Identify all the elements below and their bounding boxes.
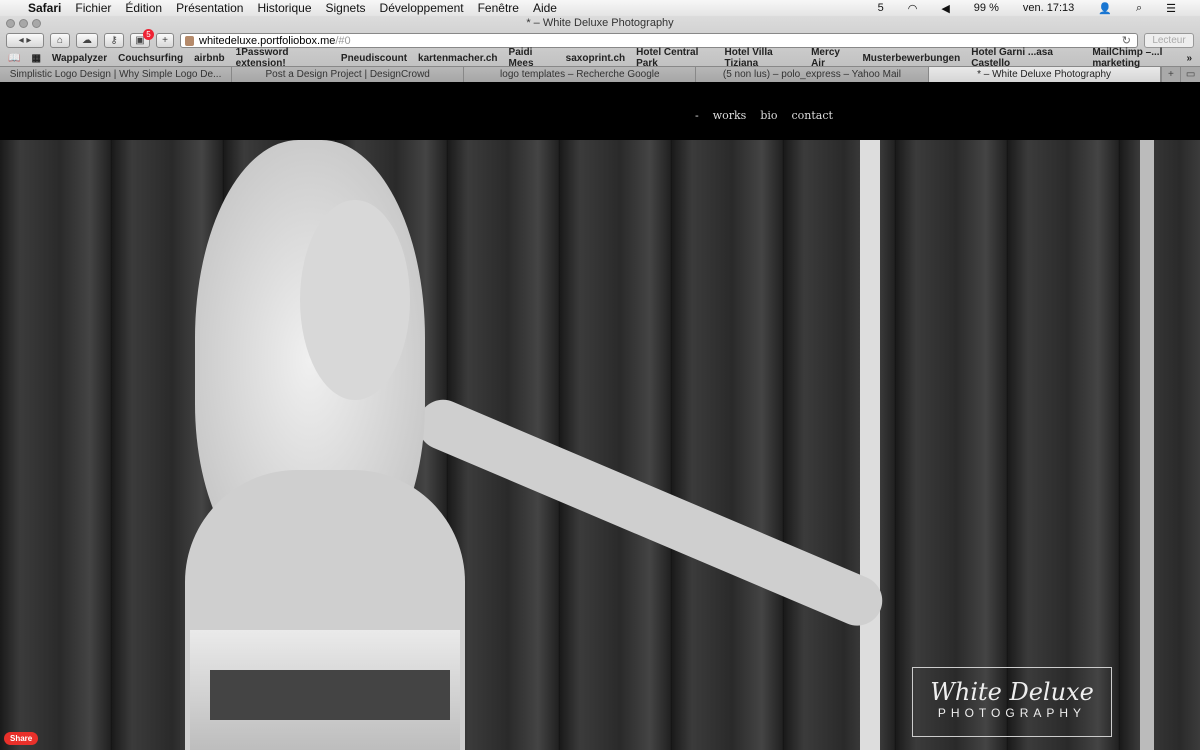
nav-works[interactable]: works [713, 109, 747, 122]
window-title: * – White Deluxe Photography [526, 17, 674, 29]
add-bookmark-button[interactable]: + [156, 33, 174, 48]
back-forward-buttons[interactable]: ◂ ▸ [6, 33, 44, 48]
photo-arm [410, 391, 891, 634]
close-button[interactable] [6, 19, 15, 28]
bookmark[interactable]: saxoprint.ch [566, 53, 625, 64]
watermark-logo: White Deluxe PHOTOGRAPHY [912, 667, 1112, 737]
menu-fichier[interactable]: Fichier [75, 1, 111, 15]
menu-signets[interactable]: Signets [326, 1, 366, 15]
hero-photo: White Deluxe PHOTOGRAPHY [0, 140, 1200, 750]
tab-overview-icon[interactable]: ▭ [1180, 67, 1200, 82]
bookmark[interactable]: Paidi Mees [509, 47, 555, 69]
tab[interactable]: (5 non lus) – polo_express – Yahoo Mail [696, 67, 929, 82]
wifi-icon[interactable]: ◠ [908, 2, 918, 15]
tab[interactable]: Simplistic Logo Design | Why Simple Logo… [0, 67, 233, 82]
tab[interactable]: Post a Design Project | DesignCrowd [232, 67, 465, 82]
url-hash: /#0 [335, 34, 351, 47]
photo-face [300, 200, 410, 400]
extension-badge: 5 [143, 29, 154, 40]
battery-level[interactable]: 99 % [974, 2, 999, 14]
address-bar[interactable]: whitedeluxe.portfoliobox.me/#0 ↻ [180, 33, 1138, 48]
logo-script: White Deluxe [930, 678, 1094, 706]
title-bar: * – White Deluxe Photography [0, 16, 1200, 31]
share-button[interactable]: Share [4, 732, 39, 745]
logo-sub: PHOTOGRAPHY [937, 706, 1087, 720]
key-icon[interactable]: ⚷ [104, 33, 124, 48]
browser-chrome: * – White Deluxe Photography ◂ ▸ ⌂ ☁ ⚷ ▣… [0, 16, 1200, 82]
nav-bio[interactable]: bio [760, 109, 777, 122]
menu-aide[interactable]: Aide [533, 1, 557, 15]
more-bookmarks-icon[interactable]: » [1186, 53, 1192, 64]
bookmark[interactable]: Hotel Villa Tiziana [725, 47, 801, 69]
url-host: whitedeluxe.portfoliobox.me [199, 34, 336, 47]
reload-icon[interactable]: ↻ [1122, 34, 1131, 47]
volume-icon[interactable]: ◀ [941, 2, 949, 15]
new-tab-button[interactable]: + [1160, 67, 1181, 82]
fence-highlight [1140, 140, 1154, 750]
tab[interactable]: logo templates – Recherche Google [464, 67, 697, 82]
extension-icon[interactable]: ▣ 5 [130, 29, 154, 48]
bookmark[interactable]: 1Password extension! [236, 47, 330, 69]
nav-contact[interactable]: contact [792, 109, 833, 122]
nav-home[interactable]: - [695, 109, 699, 122]
home-icon[interactable]: ⌂ [50, 33, 70, 48]
site-header: - works bio contact [0, 82, 1200, 140]
zoom-button[interactable] [32, 19, 41, 28]
menu-app[interactable]: Safari [28, 1, 61, 15]
favicon [185, 36, 194, 46]
status-area: 5 ◠ ◀ 99 % ven. 17:13 👤 ⌕ ☰ [878, 0, 1190, 16]
bookmark[interactable]: Wappalyzer [52, 53, 107, 64]
bookmark[interactable]: Hotel Central Park [636, 47, 713, 69]
bookmark[interactable]: Couchsurfing [118, 53, 183, 64]
list-icon[interactable]: ☰ [1166, 2, 1176, 15]
menu-historique[interactable]: Historique [257, 1, 311, 15]
reading-list-icon[interactable]: 📖 [8, 53, 20, 64]
bookmark[interactable]: Mercy Air [811, 47, 851, 69]
clock[interactable]: ven. 17:13 [1023, 2, 1074, 14]
minimize-button[interactable] [19, 19, 28, 28]
menu-developpement[interactable]: Développement [380, 1, 464, 15]
menu-edition[interactable]: Édition [125, 1, 162, 15]
fence-highlight [860, 140, 880, 750]
bookmarks-bar: 📖 ▦ Wappalyzer Couchsurfing airbnb 1Pass… [0, 47, 1200, 69]
bookmark[interactable]: Pneudiscount [341, 53, 407, 64]
reader-button[interactable]: Lecteur [1144, 33, 1194, 48]
menu-fenetre[interactable]: Fenêtre [478, 1, 519, 15]
bookmark[interactable]: MailChimp –...l marketing [1092, 47, 1200, 69]
bookmark[interactable]: Hotel Garni ...asa Castello [971, 47, 1081, 69]
bookmark[interactable]: airbnb [194, 53, 225, 64]
cloud-icon[interactable]: ☁ [76, 33, 98, 48]
top-sites-icon[interactable]: ▦ [31, 53, 40, 64]
tab-active[interactable]: * – White Deluxe Photography [928, 67, 1161, 82]
bookmark[interactable]: kartenmacher.ch [418, 53, 498, 64]
photo-belt [210, 670, 450, 720]
notification-count[interactable]: 5 [878, 2, 884, 14]
user-icon[interactable]: 👤 [1098, 2, 1112, 15]
site-nav: - works bio contact [695, 109, 833, 122]
spotlight-icon[interactable]: ⌕ [1136, 2, 1142, 15]
menu-bar: Safari Fichier Édition Présentation Hist… [0, 0, 1200, 16]
menu-presentation[interactable]: Présentation [176, 1, 243, 15]
bookmark[interactable]: Musterbewerbungen [862, 53, 960, 64]
